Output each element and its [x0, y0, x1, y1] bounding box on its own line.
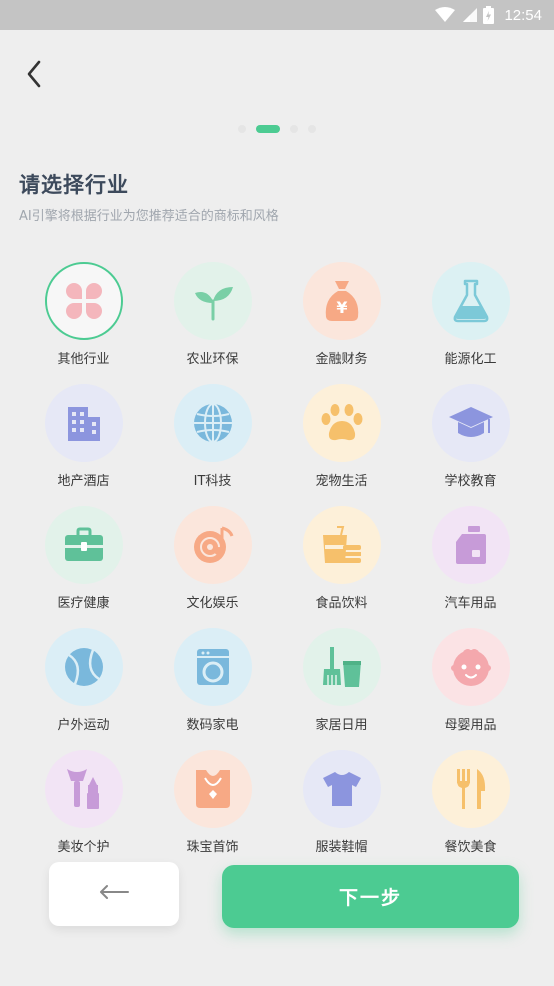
industry-icon-circle: [431, 750, 510, 828]
back-button[interactable]: [14, 56, 54, 96]
industry-food[interactable]: 食品饮料: [277, 506, 406, 628]
industry-icon-circle: [44, 750, 123, 828]
industry-education[interactable]: 学校教育: [406, 384, 535, 506]
industry-label: 医疗健康: [57, 596, 110, 611]
industry-label: 金融财务: [315, 352, 368, 367]
tennis-ball-icon: [64, 648, 103, 686]
industry-icon-circle: [44, 384, 123, 462]
signal-icon: [461, 7, 478, 23]
industry-label: 其他行业: [57, 352, 110, 367]
industry-label: 户外运动: [57, 718, 110, 733]
page-dot: [308, 125, 316, 133]
page-dot: [290, 125, 298, 133]
industry-jewelry[interactable]: 珠宝首饰: [148, 750, 277, 872]
industry-label: 能源化工: [444, 352, 497, 367]
graduation-cap-icon: [448, 407, 493, 437]
industry-icon-circle: [173, 750, 252, 828]
tshirt-icon: [322, 772, 361, 806]
industry-icon-circle: [431, 262, 510, 340]
svg-text:¥: ¥: [336, 298, 347, 317]
industry-icon-circle: [173, 262, 252, 340]
industry-apparel[interactable]: 服装鞋帽: [277, 750, 406, 872]
industry-icon-circle: [431, 628, 510, 706]
status-bar: 12:54: [0, 0, 554, 30]
industry-finance[interactable]: ¥ 金融财务: [277, 262, 406, 384]
industry-icon-circle: [302, 750, 381, 828]
industry-other[interactable]: 其他行业: [19, 262, 148, 384]
industry-label: 学校教育: [444, 474, 497, 489]
money-bag-icon: ¥: [325, 281, 358, 321]
industry-label: 地产酒店: [57, 474, 110, 489]
page-title: 请选择行业: [19, 173, 129, 197]
industry-home[interactable]: 家居日用: [277, 628, 406, 750]
previous-button[interactable]: [49, 862, 179, 926]
cosmetics-icon: [66, 769, 99, 809]
industry-icon-circle: [302, 384, 381, 462]
paw-icon: [321, 404, 362, 441]
industry-icon-circle: [302, 506, 381, 584]
necklace-icon: [195, 770, 230, 808]
status-time: 12:54: [504, 6, 542, 24]
industry-icon-circle: ¥: [302, 262, 381, 340]
music-disc-icon: [193, 526, 233, 563]
globe-icon: [193, 403, 232, 443]
page-dot: [238, 125, 246, 133]
industry-icon-circle: [431, 384, 510, 462]
industry-label: 农业环保: [186, 352, 239, 367]
industry-outdoor[interactable]: 户外运动: [19, 628, 148, 750]
industry-it[interactable]: IT科技: [148, 384, 277, 506]
industry-label: 家居日用: [315, 718, 368, 733]
industry-label: 数码家电: [186, 718, 239, 733]
industry-icon-circle: [173, 628, 252, 706]
wifi-icon: [435, 7, 456, 23]
industry-label: 食品饮料: [315, 596, 368, 611]
page-dot-active: [256, 125, 280, 133]
fuel-can-icon: [455, 526, 486, 564]
industry-icon-circle: [44, 628, 123, 706]
industry-electronics[interactable]: 数码家电: [148, 628, 277, 750]
industry-label: IT科技: [193, 474, 232, 489]
industry-label: 服装鞋帽: [315, 840, 368, 855]
baby-face-icon: [450, 649, 491, 686]
battery-icon: [483, 6, 495, 24]
industry-icon-circle: [44, 506, 123, 584]
industry-label: 宠物生活: [315, 474, 368, 489]
sprout-icon: [194, 287, 233, 321]
industry-culture[interactable]: 文化娱乐: [148, 506, 277, 628]
medical-kit-icon: [64, 527, 103, 561]
flask-icon: [453, 279, 488, 323]
arrow-left-icon: [98, 884, 130, 904]
page-indicator: [0, 123, 554, 135]
industry-icon-circle: [431, 506, 510, 584]
industry-icon-circle: [44, 262, 123, 340]
industry-label: 餐饮美食: [444, 840, 497, 855]
chevron-left-icon: [26, 60, 42, 92]
industry-pets[interactable]: 宠物生活: [277, 384, 406, 506]
industry-label: 文化娱乐: [186, 596, 239, 611]
grid-icon: [65, 283, 102, 319]
industry-label: 母婴用品: [444, 718, 497, 733]
industry-energy[interactable]: 能源化工: [406, 262, 535, 384]
industry-label: 汽车用品: [444, 596, 497, 611]
broom-bucket-icon: [322, 647, 361, 687]
industry-auto[interactable]: 汽车用品: [406, 506, 535, 628]
next-step-button[interactable]: 下一步: [222, 865, 519, 928]
industry-catering[interactable]: 餐饮美食: [406, 750, 535, 872]
industry-baby[interactable]: 母婴用品: [406, 628, 535, 750]
fork-knife-icon: [456, 769, 485, 809]
industry-real-estate[interactable]: 地产酒店: [19, 384, 148, 506]
industry-icon-circle: [302, 628, 381, 706]
industry-label: 珠宝首饰: [186, 840, 239, 855]
industry-label: 美妆个护: [57, 840, 110, 855]
page-subtitle: AI引擎将根据行业为您推荐适合的商标和风格: [19, 209, 279, 224]
industry-icon-circle: [173, 506, 252, 584]
washing-machine-icon: [196, 649, 229, 685]
food-drink-icon: [322, 526, 361, 563]
industry-medical[interactable]: 医疗健康: [19, 506, 148, 628]
industry-agriculture[interactable]: 农业环保: [148, 262, 277, 384]
industry-icon-circle: [173, 384, 252, 462]
building-icon: [67, 407, 100, 441]
industry-grid: 其他行业 农业环保 ¥ 金融财务 能源化工 地产酒店 IT科技 宠物生活 学校教…: [19, 262, 535, 872]
industry-beauty[interactable]: 美妆个护: [19, 750, 148, 872]
